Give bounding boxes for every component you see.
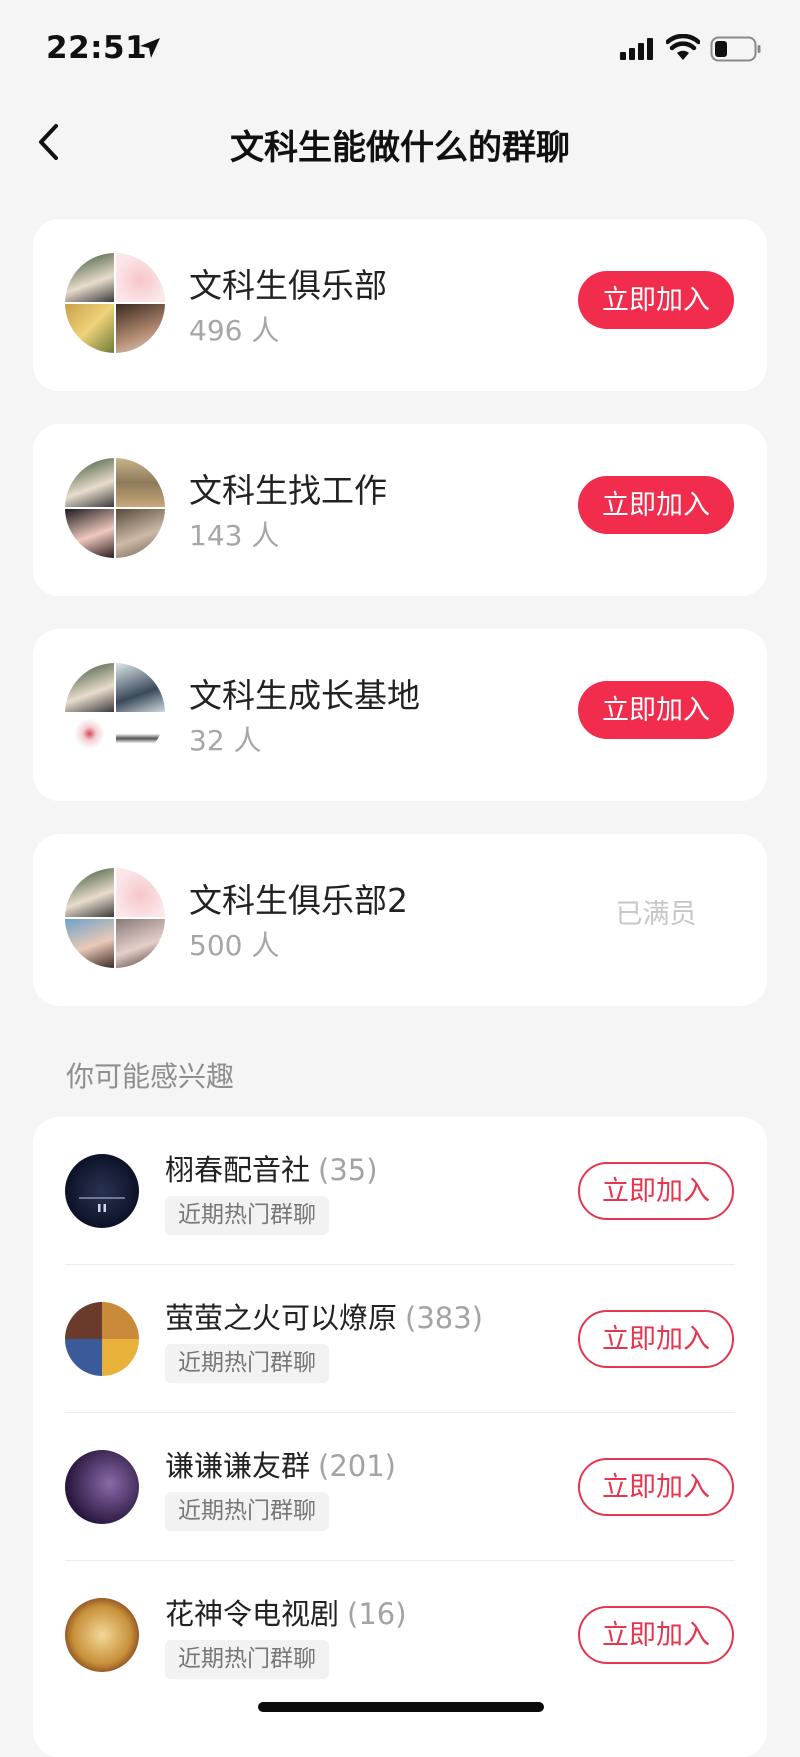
join-button[interactable]: 立即加入	[578, 271, 734, 329]
hot-tag: 近期热门群聊	[165, 1640, 329, 1679]
member-count: (201)	[318, 1449, 396, 1483]
join-button[interactable]: 立即加入	[578, 681, 734, 739]
battery-icon	[710, 36, 761, 62]
group-name: 萤萤之火可以燎原	[165, 1301, 398, 1335]
nav-bar: 文科生能做什么的群聊	[0, 100, 800, 184]
list-item[interactable]: 萤萤之火可以燎原 (383) 近期热门群聊 立即加入	[33, 1265, 767, 1413]
page-title: 文科生能做什么的群聊	[230, 128, 570, 168]
group-card[interactable]: 文科生俱乐部 496 人 立即加入	[33, 219, 767, 391]
group-name: 花神令电视剧	[165, 1597, 340, 1631]
member-count: 496 人	[189, 314, 280, 347]
cellular-signal-icon	[620, 38, 653, 60]
group-name: 谦谦谦友群	[165, 1449, 311, 1483]
list-item[interactable]: 谦谦谦友群 (201) 近期热门群聊 立即加入	[33, 1413, 767, 1561]
join-button[interactable]: 立即加入	[578, 1606, 734, 1664]
group-avatar	[65, 1598, 139, 1672]
group-name: 文科生成长基地	[189, 676, 420, 715]
group-avatar	[65, 253, 165, 353]
group-avatar	[65, 868, 165, 968]
group-name: 栩春配音社	[165, 1153, 311, 1187]
home-indicator	[258, 1702, 544, 1712]
list-item[interactable]: 栩春配音社 (35) 近期热门群聊 立即加入	[33, 1117, 767, 1265]
location-arrow-icon	[140, 38, 160, 58]
group-avatar	[65, 1154, 139, 1228]
member-count: 500 人	[189, 929, 280, 962]
member-count: 32 人	[189, 724, 262, 757]
list-item[interactable]: 花神令电视剧 (16) 近期热门群聊 立即加入	[33, 1561, 767, 1709]
join-button[interactable]: 立即加入	[578, 1310, 734, 1368]
group-card[interactable]: 文科生找工作 143 人 立即加入	[33, 424, 767, 596]
member-count: (383)	[405, 1301, 483, 1335]
hot-tag: 近期热门群聊	[165, 1492, 329, 1531]
group-avatar	[65, 1302, 139, 1376]
member-count: (16)	[347, 1597, 407, 1631]
group-avatar	[65, 1450, 139, 1524]
group-name: 文科生找工作	[189, 471, 387, 510]
hot-tag: 近期热门群聊	[165, 1196, 329, 1235]
member-count: (35)	[318, 1153, 378, 1187]
status-time: 22:51	[46, 30, 148, 66]
hot-tag: 近期热门群聊	[165, 1344, 329, 1383]
group-avatar	[65, 458, 165, 558]
join-button[interactable]: 立即加入	[578, 1458, 734, 1516]
recommend-list: 栩春配音社 (35) 近期热门群聊 立即加入 萤萤之火可以燎原 (383) 近期热门…	[33, 1117, 767, 1757]
group-card[interactable]: 文科生俱乐部2 500 人 已满员	[33, 834, 767, 1006]
section-header: 你可能感兴趣	[66, 1060, 235, 1093]
group-name: 文科生俱乐部	[189, 266, 387, 305]
group-avatar	[65, 663, 165, 763]
join-button[interactable]: 立即加入	[578, 1162, 734, 1220]
wifi-icon	[666, 34, 700, 60]
group-name: 文科生俱乐部2	[189, 881, 408, 920]
full-status-label: 已满员	[615, 899, 697, 930]
join-button[interactable]: 立即加入	[578, 476, 734, 534]
member-count: 143 人	[189, 519, 280, 552]
group-card[interactable]: 文科生成长基地 32 人 立即加入	[33, 629, 767, 801]
audio-player-icon	[79, 1197, 125, 1212]
status-bar: 22:51	[0, 0, 800, 100]
